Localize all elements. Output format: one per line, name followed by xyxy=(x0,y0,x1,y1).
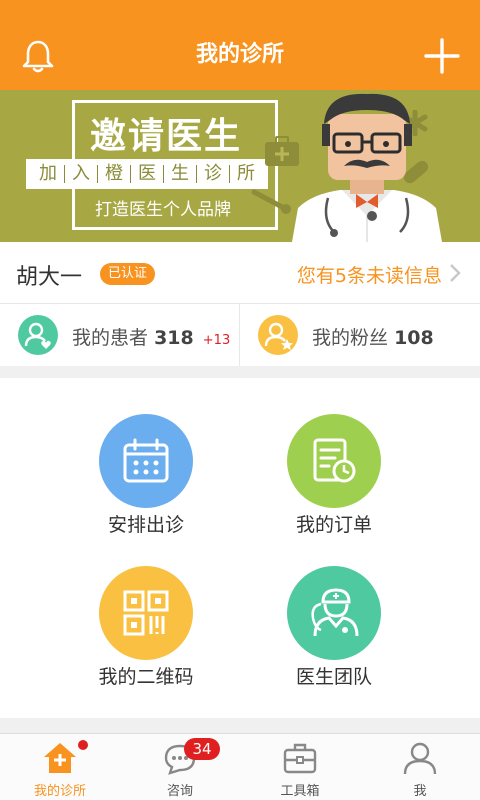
thermometer-icon xyxy=(251,189,291,214)
fans-count: 108 xyxy=(394,327,434,349)
doctor-illustration xyxy=(292,93,442,242)
strip-char: 所 xyxy=(237,163,255,184)
strip-char: 橙 xyxy=(98,165,131,183)
strip-char: 加 xyxy=(32,165,65,183)
team-label: 医生团队 xyxy=(295,666,372,688)
consult-count-badge: 34 xyxy=(184,738,220,760)
order-icon xyxy=(287,414,381,508)
tab-consult[interactable]: 34 咨询 xyxy=(120,734,240,800)
banner-strip: 加 入 橙 医 生 诊 所 xyxy=(26,159,268,189)
qrcode-icon xyxy=(99,566,193,660)
invite-doctor-banner[interactable]: 邀请医生 加 入 橙 医 生 诊 所 打造医生个人品牌 xyxy=(0,90,480,242)
orders-button[interactable]: 我的订单 xyxy=(214,378,454,538)
plus-icon[interactable] xyxy=(422,36,462,76)
tab-my-clinic[interactable]: 我的诊所 xyxy=(0,734,120,800)
bottom-tab-bar: 我的诊所 34 咨询 工具箱 我 xyxy=(0,733,480,800)
user-info-row[interactable]: 胡大一 已认证 您有5条未读信息 xyxy=(0,242,480,304)
patients-label: 我的患者 xyxy=(72,327,149,349)
top-bar: 我的诊所 xyxy=(0,0,480,90)
strip-char: 入 xyxy=(65,165,98,183)
doctor-team-icon xyxy=(287,566,381,660)
calendar-icon xyxy=(99,414,193,508)
tab-toolbox[interactable]: 工具箱 xyxy=(240,734,360,800)
tab-label: 工具箱 xyxy=(280,784,320,799)
home-icon xyxy=(44,743,76,773)
unread-messages-link[interactable]: 您有5条未读信息 xyxy=(297,261,442,288)
stats-row: 我的患者 318 +13 我的粉丝 108 xyxy=(0,304,480,366)
patients-increase: +13 xyxy=(202,333,231,348)
chevron-right-icon xyxy=(450,264,461,282)
tab-label: 我的诊所 xyxy=(33,784,86,799)
notification-dot xyxy=(78,740,88,750)
toolbox-icon xyxy=(283,743,317,774)
tab-label: 我 xyxy=(413,784,427,799)
fans-label: 我的粉丝 xyxy=(312,327,389,349)
fan-icon xyxy=(258,315,298,355)
banner-subline: 打造医生个人品牌 xyxy=(95,200,231,220)
strip-char: 生 xyxy=(164,165,197,183)
strip-char: 医 xyxy=(131,165,164,183)
strip-char: 诊 xyxy=(197,165,230,183)
tab-label: 咨询 xyxy=(166,784,193,799)
doctor-name: 胡大一 xyxy=(16,265,83,290)
my-patients-button[interactable]: 我的患者 318 +13 xyxy=(0,304,240,366)
tab-me[interactable]: 我 xyxy=(360,734,480,800)
verified-badge: 已认证 xyxy=(100,263,156,285)
user-icon xyxy=(403,742,437,775)
team-button[interactable]: 医生团队 xyxy=(214,530,454,690)
patients-count: 318 xyxy=(154,327,194,349)
my-fans-button[interactable]: 我的粉丝 108 xyxy=(240,304,480,366)
banner-headline: 邀请医生 xyxy=(90,116,243,157)
patient-icon xyxy=(18,315,58,355)
feature-grid: 安排出诊 我的订单 我的二维码 医生团队 xyxy=(0,378,480,718)
